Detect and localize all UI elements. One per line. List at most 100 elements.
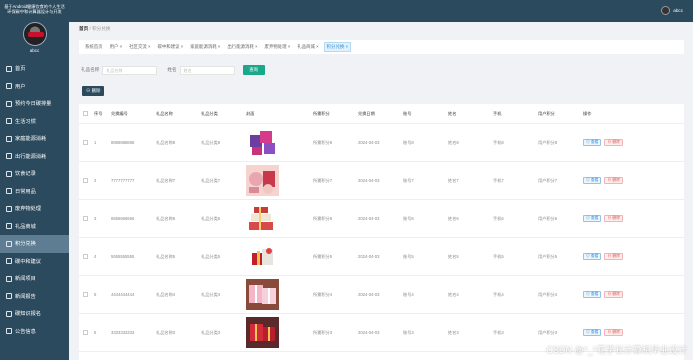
- gift-name-input[interactable]: 礼品名称: [102, 65, 158, 75]
- view-button[interactable]: ⊙ 查看: [583, 291, 602, 298]
- delete-button[interactable]: ⊖ 删除: [604, 177, 623, 184]
- table-row[interactable]: 3 6666666666 礼品名称6 礼品分类6 所需积分6 2024-04-03 账号6 姓…: [79, 200, 684, 238]
- cell-cat: 礼品分类8: [201, 139, 221, 145]
- cell-name: 礼品名称4: [156, 291, 176, 297]
- news-icon: [6, 275, 12, 282]
- column-header: 账号: [403, 110, 412, 116]
- row-checkbox[interactable]: [83, 216, 88, 221]
- select-all-checkbox[interactable]: [79, 111, 94, 116]
- delete-button[interactable]: ⊖ 删除: [604, 139, 623, 146]
- tab-3[interactable]: 碳中和建议 ×: [156, 43, 186, 51]
- cell-date: 2024-04-03: [358, 140, 380, 145]
- cell-upoints: 用户积分5: [538, 253, 558, 259]
- view-button[interactable]: ⊙ 查看: [583, 215, 602, 222]
- row-checkbox-cell[interactable]: [79, 178, 94, 183]
- sidebar-item-label: 公告信息: [15, 328, 36, 335]
- sidebar-item-2[interactable]: 预约今日碳排量: [0, 95, 69, 113]
- delete-label: 删除: [612, 178, 620, 182]
- cell-phone: 手机4: [493, 291, 504, 297]
- sidebar-menu: 首页 用户 预约今日碳排量 生活习惯 家庭能源消耗 出行能源消耗饮食记录日常用品废弃物处理…: [0, 60, 69, 340]
- sidebar-item-label: 积分兑换: [15, 241, 36, 248]
- sidebar-item-5[interactable]: 出行能源消耗: [0, 148, 69, 166]
- row-checkbox[interactable]: [83, 292, 88, 297]
- view-button[interactable]: ⊙ 查看: [583, 177, 602, 184]
- cell-cat: 礼品分类7: [201, 177, 221, 183]
- cell-no: 2: [94, 178, 97, 183]
- gift-cover-image: [246, 241, 279, 272]
- breadcrumb-home[interactable]: 首页: [79, 26, 88, 31]
- column-header: 手机: [493, 110, 502, 116]
- table-row[interactable]: 1 8888888888 礼品名称8 礼品分类8 所需积分8 2024-04-03 账号8 姓…: [79, 124, 684, 162]
- row-checkbox[interactable]: [83, 330, 88, 335]
- sidebar-item-13[interactable]: 新闻报告: [0, 288, 69, 306]
- row-checkbox[interactable]: [83, 140, 88, 145]
- tab-1[interactable]: 用户 ×: [108, 43, 125, 51]
- tab-8[interactable]: 积分兑换 ×: [323, 42, 352, 52]
- sidebar-item-label: 饮食记录: [15, 171, 36, 178]
- sidebar-item-9[interactable]: 礼品商城: [0, 218, 69, 236]
- exchange-icon: [6, 240, 12, 247]
- sidebar-item-4[interactable]: 家庭能源消耗: [0, 130, 69, 148]
- row-checkbox-cell[interactable]: [79, 216, 94, 221]
- tab-5[interactable]: 出行能源消耗 ×: [225, 43, 259, 51]
- cell-cat: 礼品分类3: [201, 329, 221, 335]
- delete-button[interactable]: ⊖ 删除: [604, 329, 623, 336]
- row-checkbox-cell[interactable]: [79, 330, 94, 335]
- sidebar-item-6[interactable]: 饮食记录: [0, 165, 69, 183]
- tab-0[interactable]: 系统首页: [83, 43, 105, 51]
- row-checkbox-cell[interactable]: [79, 254, 94, 259]
- sidebar-item-14[interactable]: 碳知识报名: [0, 305, 69, 323]
- cell-person: 姓名8: [448, 139, 459, 145]
- row-checkbox-cell[interactable]: [79, 140, 94, 145]
- person-name-input[interactable]: 姓名: [179, 65, 235, 75]
- person-name-label: 姓名: [167, 67, 177, 72]
- table-row[interactable]: 2 7777777777 礼品名称7 礼品分类7 所需积分7 2024-04-03 账号7 姓…: [79, 162, 684, 200]
- header-user[interactable]: abcc: [661, 6, 683, 15]
- view-button[interactable]: ⊙ 查看: [583, 253, 602, 260]
- sidebar-item-1[interactable]: 用户: [0, 78, 69, 96]
- cell-points: 所需积分4: [313, 291, 333, 297]
- sidebar-item-10[interactable]: 积分兑换: [0, 235, 69, 253]
- home-energy-icon: [6, 135, 12, 142]
- cell-no: 5: [94, 292, 97, 297]
- row-checkbox[interactable]: [83, 254, 88, 259]
- tab-2[interactable]: 社区交流 ×: [127, 43, 152, 51]
- row-checkbox[interactable]: [83, 178, 88, 183]
- gift-name-label: 礼品名称: [81, 67, 100, 72]
- sidebar-item-7[interactable]: 日常用品: [0, 183, 69, 201]
- sidebar-item-3[interactable]: 生活习惯: [0, 113, 69, 131]
- sidebar-item-0[interactable]: 首页: [0, 60, 69, 78]
- sidebar-item-8[interactable]: 废弃物处理: [0, 200, 69, 218]
- notice-icon: [6, 328, 12, 335]
- avatar[interactable]: [22, 22, 47, 46]
- tab-7[interactable]: 礼品商城 ×: [295, 43, 320, 51]
- sidebar-item-11[interactable]: 碳中和建议: [0, 253, 69, 271]
- sidebar-item-label: 废弃物处理: [15, 206, 41, 213]
- cell-upoints: 用户积分6: [538, 215, 558, 221]
- view-label: 查看: [590, 178, 599, 182]
- cell-person: 姓名6: [448, 215, 459, 221]
- cell-upoints: 用户积分3: [538, 329, 558, 335]
- sidebar-item-12[interactable]: 新闻项目: [0, 270, 69, 288]
- actions-cell: ⊙ 查看 ⊖ 删除: [583, 215, 624, 222]
- batch-delete-button[interactable]: ⊖ 删除: [82, 86, 105, 96]
- delete-button[interactable]: ⊖ 删除: [604, 215, 623, 222]
- delete-button[interactable]: ⊖ 删除: [604, 253, 623, 260]
- table-row[interactable]: 4 5555555555 礼品名称5 礼品分类5 所需积分5 2024-04-03 账号5 姓…: [79, 238, 684, 276]
- cell-account: 账号8: [403, 139, 414, 145]
- row-checkbox-cell[interactable]: [79, 292, 94, 297]
- tab-4[interactable]: 家庭能源消耗 ×: [188, 43, 222, 51]
- table-row[interactable]: 5 4444444444 礼品名称4 礼品分类4 所需积分4 2024-04-03 账号4 姓…: [79, 276, 684, 314]
- tab-6[interactable]: 废弃物处理 ×: [263, 43, 293, 51]
- cover-cell: [246, 165, 313, 196]
- cell-no: 1: [94, 140, 97, 145]
- checkbox[interactable]: [83, 111, 88, 116]
- cell-points: 所需积分6: [313, 215, 333, 221]
- search-button[interactable]: 查询: [242, 65, 265, 75]
- sidebar-item-label: 日常用品: [15, 188, 36, 195]
- view-button[interactable]: ⊙ 查看: [583, 139, 602, 146]
- view-button[interactable]: ⊙ 查看: [583, 329, 602, 336]
- sidebar-item-15[interactable]: 公告信息: [0, 323, 69, 341]
- cell-upoints: 用户积分8: [538, 139, 558, 145]
- delete-button[interactable]: ⊖ 删除: [604, 291, 623, 298]
